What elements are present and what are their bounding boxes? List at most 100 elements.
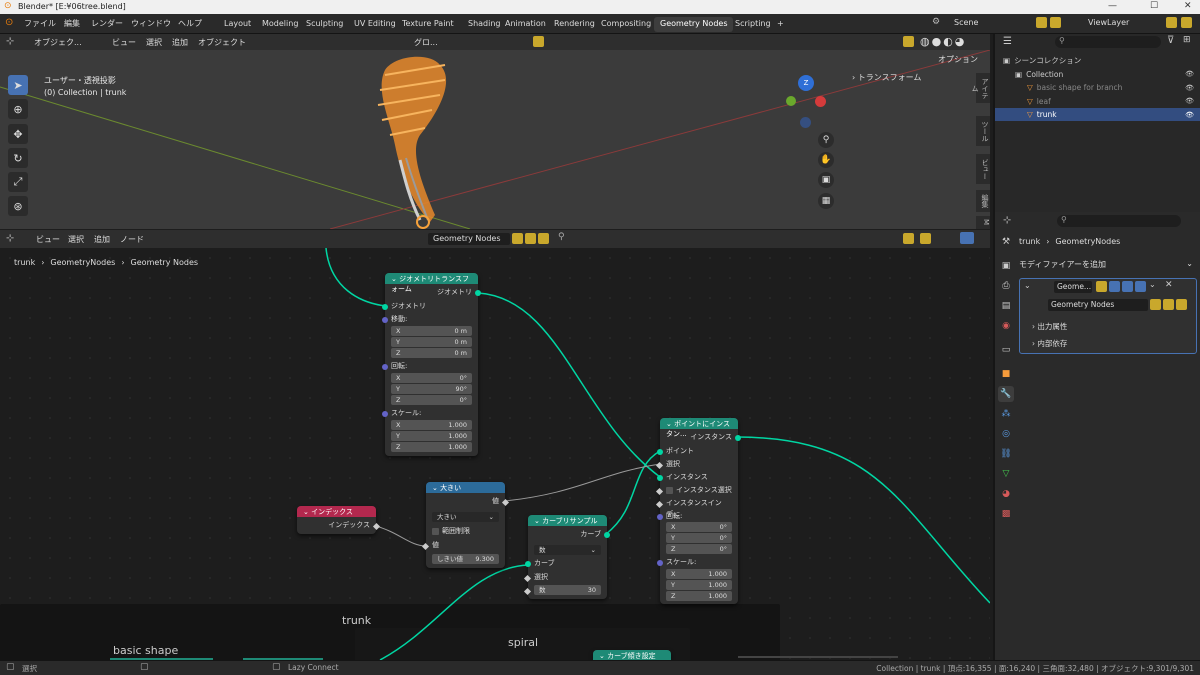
outliner-row-2[interactable]: ▽ basic shape for branch 👁 — [995, 81, 1200, 94]
output-tab-icon[interactable]: ⎙ — [998, 278, 1014, 294]
workspace-tab-8[interactable]: Compositing — [595, 17, 657, 32]
fake-user-icon[interactable] — [512, 233, 523, 244]
socket-translate-in[interactable] — [382, 317, 388, 323]
tab-m[interactable]: M — [976, 216, 990, 229]
menu-render[interactable]: レンダー — [91, 18, 123, 29]
workspace-tab-4[interactable]: Texture Paint — [396, 17, 460, 32]
pan-hand-icon[interactable]: ✋ — [818, 152, 834, 168]
overlays-icon[interactable] — [960, 232, 974, 244]
constraints-tab-icon[interactable]: ⛓ — [998, 446, 1014, 462]
viewlayer-new-icon[interactable] — [1166, 17, 1177, 28]
translate-z-field[interactable]: Z 0 m — [391, 348, 472, 358]
socket-instances-out[interactable] — [735, 435, 741, 441]
filter-icon[interactable]: ⊽ — [1167, 35, 1174, 46]
visibility-eye-icon[interactable]: 👁 — [1185, 97, 1194, 105]
tab-edit[interactable]: 編集 — [976, 190, 990, 212]
collapse-chevron-icon[interactable]: ⌄ — [1024, 281, 1031, 290]
mode-dropdown[interactable]: オブジェク... — [34, 37, 82, 48]
rotate-z-field[interactable]: Z 0° — [391, 395, 472, 405]
viewlayer-name[interactable]: ViewLayer — [1088, 18, 1129, 27]
tab-item[interactable]: アイテム — [971, 73, 990, 103]
menu-window[interactable]: ウィンドウ — [131, 18, 171, 29]
modifier-name-field[interactable]: Geome... — [1054, 281, 1092, 293]
node-resample-header[interactable]: ⌄ カーブリサンプル — [528, 515, 607, 526]
view-layer-tab-icon[interactable]: ▤ — [998, 298, 1014, 314]
menu-view[interactable]: ビュー — [112, 37, 136, 48]
node-tree-selector[interactable]: Geometry Nodes — [428, 233, 510, 245]
properties-editor-icon[interactable]: ⊹ — [1003, 215, 1011, 226]
node-menu-select[interactable]: 選択 — [68, 234, 84, 245]
outliner-row-4[interactable]: ▽ trunk 👁 — [995, 108, 1200, 121]
socket-curve-in[interactable] — [525, 561, 531, 567]
zoom-icon[interactable]: ⚲ — [818, 132, 834, 148]
scale-tool-icon[interactable]: ⤢ — [8, 172, 28, 192]
camera-icon[interactable]: ▣ — [818, 172, 834, 188]
scene-copy-icon[interactable] — [1050, 17, 1061, 28]
workspace-tab-0[interactable]: Layout — [218, 17, 257, 32]
menu-add[interactable]: 追加 — [172, 37, 188, 48]
socket-scale-in[interactable] — [657, 560, 663, 566]
xray-icon[interactable] — [903, 36, 914, 47]
remove-modifier-icon[interactable]: ✕ — [1165, 280, 1173, 290]
node-menu-view[interactable]: ビュー — [36, 234, 60, 245]
scale-y-field[interactable]: Y 1.000 — [391, 431, 472, 441]
socket-points-in[interactable] — [657, 449, 663, 455]
scale-x-field[interactable]: X 1.000 — [391, 420, 472, 430]
workspace-tab-11[interactable]: + — [771, 17, 790, 32]
node-menu-node[interactable]: ノード — [120, 234, 144, 245]
inst-rotate-x-field[interactable]: X 0° — [666, 522, 732, 532]
3d-viewport[interactable]: ユーザー・透視投影 (0) Collection | trunk ➤ ⊕ ✥ ↻… — [0, 50, 990, 229]
geometry-nodes-tree-field[interactable]: Geometry Nodes — [1048, 299, 1148, 311]
texture-tab-icon[interactable]: ▩ — [998, 506, 1014, 522]
add-modifier-button[interactable]: モディファイアーを追加 ⌄ — [1019, 259, 1197, 272]
workspace-tab-1[interactable]: Modeling — [256, 17, 304, 32]
rotate-tool-icon[interactable]: ↻ — [8, 148, 28, 168]
orientation-dropdown[interactable]: グロ... — [414, 37, 438, 48]
node-transform-header[interactable]: ⌄ ジオメトリトランスフォーム — [385, 273, 478, 293]
clamp-checkbox[interactable] — [432, 527, 439, 535]
editor-type-icon[interactable]: ⊹ — [6, 36, 14, 47]
unlink-icon[interactable] — [1176, 299, 1187, 310]
new-tree-icon[interactable] — [1163, 299, 1174, 310]
translate-y-field[interactable]: Y 0 m — [391, 337, 472, 347]
socket-instance-in[interactable] — [657, 475, 663, 481]
scene-icon[interactable]: ⚙ — [932, 17, 940, 27]
pin-icon[interactable]: ⚲ — [558, 232, 565, 242]
gizmo-y-axis[interactable] — [786, 96, 796, 106]
menu-object[interactable]: オブジェクト — [198, 37, 246, 48]
scene-tab-icon[interactable]: ◉ — [998, 318, 1014, 334]
tab-tool[interactable]: ツール — [976, 116, 990, 146]
gizmo-x-axis[interactable] — [815, 96, 826, 107]
grid-view-icon[interactable]: ▦ — [818, 193, 834, 209]
options-dropdown[interactable]: オプション — [938, 54, 978, 65]
workspace-tab-2[interactable]: Sculpting — [300, 17, 349, 32]
world-tab-icon[interactable]: ▭ — [998, 342, 1014, 358]
object-tab-icon[interactable]: ■ — [998, 366, 1014, 382]
menu-select[interactable]: 選択 — [146, 37, 162, 48]
scene-name[interactable]: Scene — [954, 18, 978, 27]
inst-scale-x-field[interactable]: X 1.000 — [666, 569, 732, 579]
snap-toggle-icon[interactable] — [903, 233, 914, 244]
node-inst-header[interactable]: ⌄ ポイントにインスタン... — [660, 418, 738, 438]
scene-new-icon[interactable] — [1036, 17, 1047, 28]
visibility-eye-icon[interactable]: 👁 — [1185, 84, 1194, 92]
compare-operation-dropdown[interactable]: 大きい ⌄ — [432, 512, 499, 522]
shading-mode-icons[interactable]: ◍●◐◕ — [920, 35, 966, 48]
close-icon[interactable]: ✕ — [1184, 1, 1192, 11]
outliner-search-input[interactable]: ⚲ — [1055, 36, 1161, 48]
node-index-header[interactable]: ⌄ インデックス — [297, 506, 376, 517]
modifier-tab-icon[interactable]: 🔧 — [998, 386, 1014, 402]
scale-z-field[interactable]: Z 1.000 — [391, 442, 472, 452]
node-compare[interactable]: ⌄ 大きい 値 大きい ⌄ 範囲制限 値 しきい値 9.300 — [421, 482, 510, 568]
minimize-icon[interactable]: — — [1108, 1, 1117, 11]
node-index[interactable]: ⌄ インデックス インデックス — [297, 506, 381, 534]
socket-scale-in[interactable] — [382, 411, 388, 417]
socket-curve-out[interactable] — [604, 532, 610, 538]
menu-file[interactable]: ファイル — [24, 18, 56, 29]
transform-panel-header[interactable]: › トランスフォーム — [852, 72, 921, 83]
workspace-tab-6[interactable]: Animation — [499, 17, 552, 32]
node-resample[interactable]: ⌄ カーブリサンプル カーブ 数 ⌄ カーブ 選択 数 30 — [523, 515, 610, 599]
blender-menu-icon[interactable]: ⊙ — [5, 17, 13, 28]
pick-instance-checkbox[interactable] — [666, 486, 673, 494]
fake-user-icon[interactable] — [1150, 299, 1161, 310]
